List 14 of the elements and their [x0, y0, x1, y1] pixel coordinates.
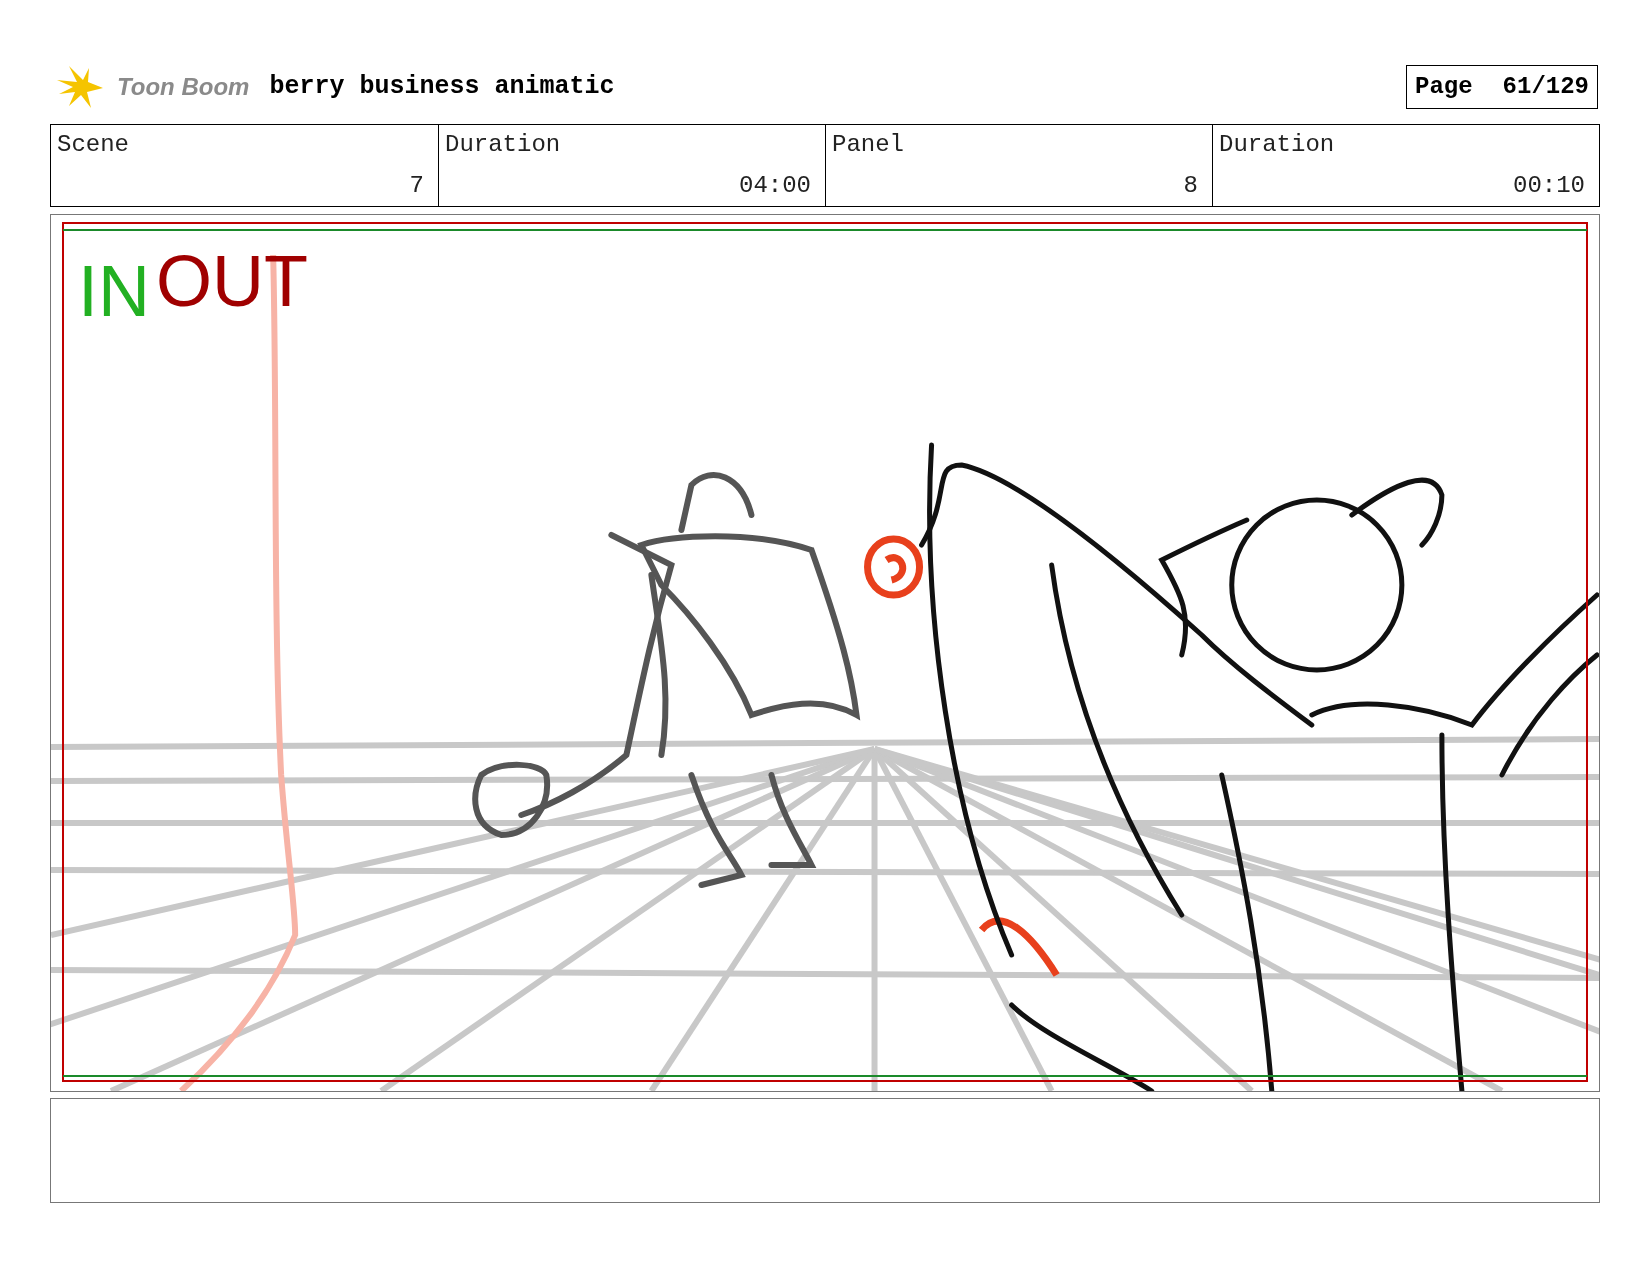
info-value: 04:00: [739, 171, 811, 201]
info-label: Panel: [832, 130, 905, 160]
info-label: Duration: [445, 130, 562, 160]
document-title: berry business animatic: [269, 71, 615, 104]
logo-text: Toon Boom: [117, 72, 250, 102]
page-label: Page: [1415, 72, 1473, 102]
info-label: Scene: [57, 130, 130, 160]
timing-mark: OUT: [156, 245, 308, 317]
page-number: 61/129: [1502, 72, 1589, 102]
info-value: 7: [409, 171, 424, 201]
info-label: Duration: [1219, 130, 1336, 160]
timing-mark: IN: [78, 255, 150, 327]
info-value: 00:10: [1513, 171, 1585, 201]
info-value: 8: [1183, 171, 1198, 201]
